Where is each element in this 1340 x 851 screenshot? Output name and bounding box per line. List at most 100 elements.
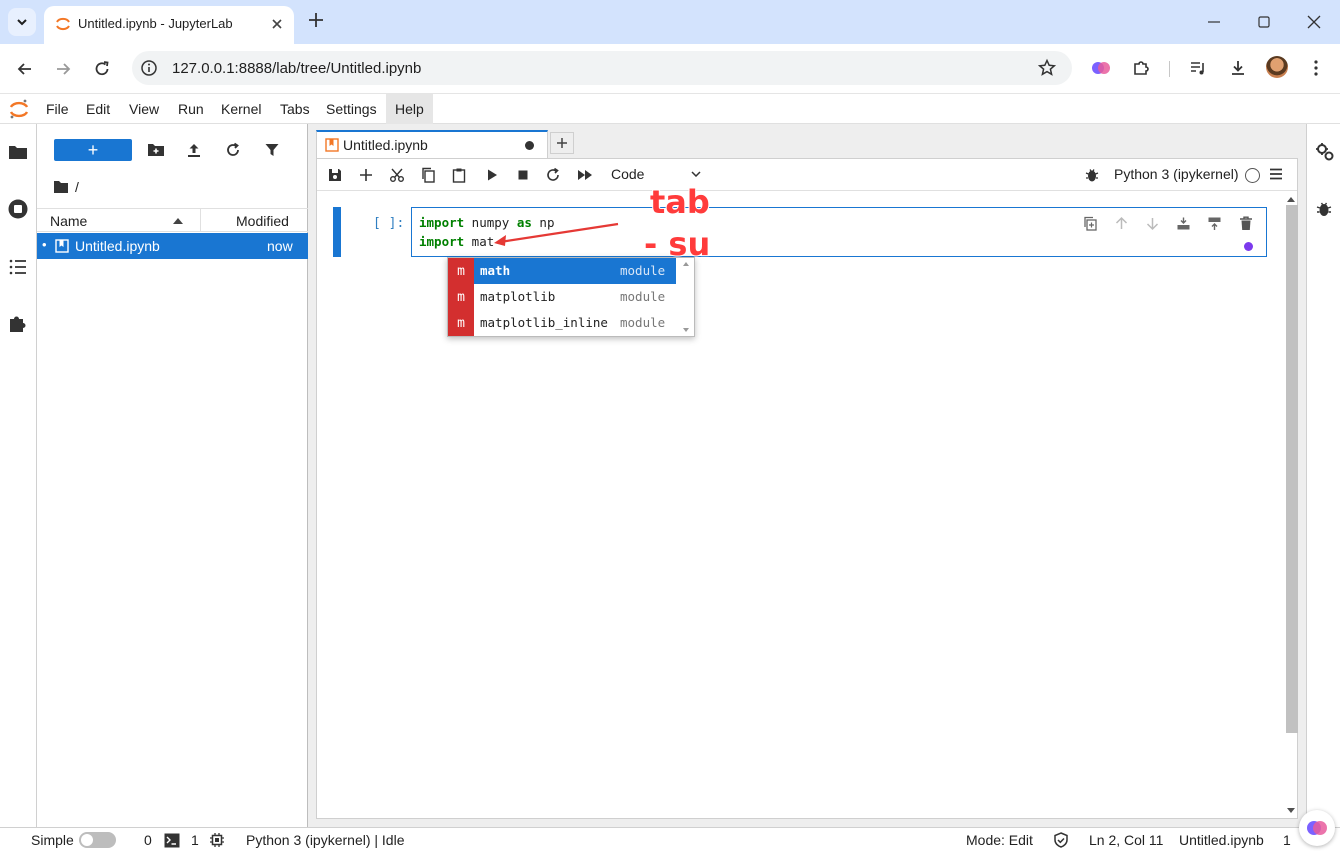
download-icon[interactable]: [1228, 58, 1248, 78]
column-modified-header[interactable]: Modified: [236, 213, 289, 229]
copy-icon[interactable]: [420, 167, 436, 183]
insert-cell-icon[interactable]: [358, 167, 374, 183]
new-folder-icon[interactable]: [147, 142, 165, 158]
notebook-icon: [55, 239, 69, 253]
folder-icon[interactable]: [7, 142, 29, 162]
menu-kernel[interactable]: Kernel: [221, 101, 261, 117]
breadcrumb[interactable]: /: [53, 179, 79, 195]
move-up-icon[interactable]: [1114, 216, 1129, 231]
duplicate-cell-icon[interactable]: [1083, 216, 1098, 231]
kernels-count[interactable]: 1: [191, 832, 199, 848]
new-launcher-button[interactable]: +: [54, 139, 132, 161]
save-icon[interactable]: [327, 167, 343, 183]
restart-icon[interactable]: [545, 167, 561, 183]
puzzle-icon[interactable]: [1131, 58, 1151, 78]
column-name-header[interactable]: Name: [50, 213, 87, 229]
add-tab-button[interactable]: [550, 132, 574, 154]
sort-ascending-icon[interactable]: [173, 218, 183, 224]
menu-view[interactable]: View: [129, 101, 159, 117]
completer-label: matplotlib: [480, 289, 556, 304]
cursor-position[interactable]: Ln 2, Col 11: [1089, 832, 1163, 848]
cell-modified-indicator: [1244, 242, 1253, 251]
code-cell[interactable]: [ ]: import numpy as np import mat: [333, 207, 1267, 257]
run-icon[interactable]: [484, 167, 500, 183]
menu-file[interactable]: File: [46, 101, 69, 117]
refresh-icon[interactable]: [225, 142, 241, 158]
file-list-item[interactable]: • Untitled.ipynb now: [37, 233, 308, 259]
menu-help[interactable]: Help: [395, 101, 424, 117]
address-bar[interactable]: 127.0.0.1:8888/lab/tree/Untitled.ipynb: [132, 51, 1072, 85]
running-stop-icon[interactable]: [7, 198, 29, 220]
menu-run[interactable]: Run: [178, 101, 204, 117]
more-vertical-icon[interactable]: [1306, 58, 1326, 78]
maximize-icon[interactable]: [1256, 14, 1272, 30]
paste-icon[interactable]: [451, 167, 467, 183]
hamburger-menu-icon[interactable]: [1269, 168, 1283, 180]
breadcrumb-root[interactable]: /: [75, 179, 79, 195]
reload-icon[interactable]: [92, 59, 112, 79]
completer-item[interactable]: m math module: [448, 258, 676, 284]
cell-collapser[interactable]: [333, 207, 341, 257]
menu-tabs[interactable]: Tabs: [280, 101, 310, 117]
debugger-bug-icon[interactable]: [1085, 167, 1099, 183]
insert-below-icon[interactable]: [1207, 216, 1222, 231]
tab-search-button[interactable]: [8, 8, 36, 36]
kernel-name[interactable]: Python 3 (ipykernel): [1114, 166, 1239, 182]
file-name: Untitled.ipynb: [75, 238, 160, 254]
simple-mode-toggle[interactable]: [79, 832, 116, 848]
cut-icon[interactable]: [389, 167, 405, 183]
info-icon[interactable]: [140, 59, 158, 77]
notebook-scrollbar[interactable]: [1283, 193, 1298, 819]
minimize-icon[interactable]: [1206, 14, 1222, 30]
plus-icon: [557, 138, 567, 148]
new-tab-icon[interactable]: [306, 10, 326, 30]
browser-tab[interactable]: Untitled.ipynb - JupyterLab: [44, 6, 294, 44]
upload-icon[interactable]: [186, 142, 202, 158]
move-down-icon[interactable]: [1145, 216, 1160, 231]
debugger-bug-icon[interactable]: [1316, 200, 1332, 218]
star-icon[interactable]: [1037, 58, 1057, 78]
status-file-name: Untitled.ipynb: [1179, 832, 1264, 848]
unsaved-indicator[interactable]: [525, 141, 534, 150]
insert-above-icon[interactable]: [1176, 216, 1191, 231]
completer-scrollbar[interactable]: [678, 258, 694, 336]
forward-arrow-icon[interactable]: [53, 59, 73, 79]
kernel-status-text[interactable]: Python 3 (ipykernel) | Idle: [246, 832, 405, 848]
window-close-icon[interactable]: [1305, 13, 1323, 31]
assistant-extension-button[interactable]: [1299, 810, 1335, 846]
table-of-contents-icon[interactable]: [7, 257, 29, 277]
close-icon[interactable]: [270, 17, 284, 31]
media-controls-icon[interactable]: [1188, 58, 1208, 78]
toolbar-divider: [1169, 61, 1170, 77]
column-divider[interactable]: [200, 209, 201, 231]
fast-forward-icon[interactable]: [576, 167, 594, 183]
notification-count[interactable]: 1: [1283, 832, 1291, 848]
menu-edit[interactable]: Edit: [86, 101, 110, 117]
scroll-down-arrow-icon[interactable]: [1286, 807, 1296, 815]
menu-settings[interactable]: Settings: [326, 101, 377, 117]
filter-icon[interactable]: [264, 142, 280, 158]
scrollbar-thumb[interactable]: [1286, 205, 1298, 733]
completer-item[interactable]: m matplotlib module: [448, 284, 676, 310]
back-arrow-icon[interactable]: [15, 59, 35, 79]
brain-extension-icon[interactable]: [1091, 58, 1111, 78]
url-text[interactable]: 127.0.0.1:8888/lab/tree/Untitled.ipynb: [172, 60, 421, 77]
cell-type-select[interactable]: Code: [611, 166, 701, 182]
cell-type-value: Code: [611, 166, 645, 182]
jupyter-favicon-icon: [56, 17, 70, 31]
completer-item[interactable]: m matplotlib_inline module: [448, 310, 676, 336]
terminals-count[interactable]: 0: [144, 832, 152, 848]
delete-icon[interactable]: [1239, 216, 1253, 231]
cpu-chip-icon[interactable]: [209, 832, 225, 848]
stop-icon[interactable]: [515, 167, 531, 183]
code-line[interactable]: import mat: [419, 234, 494, 249]
trusted-shield-icon[interactable]: [1053, 832, 1069, 848]
extension-puzzle-icon[interactable]: [7, 312, 29, 334]
terminal-icon[interactable]: [164, 833, 180, 848]
property-inspector-gears-icon[interactable]: [1315, 142, 1335, 162]
status-bar: Simple 0 1 Python 3 (ipykernel) | Idle M…: [0, 810, 1340, 851]
scroll-up-arrow-icon[interactable]: [1286, 195, 1296, 203]
notebook-tab[interactable]: Untitled.ipynb: [316, 130, 548, 158]
jupyter-menubar: File Edit View Run Kernel Tabs Settings …: [0, 94, 1340, 124]
profile-avatar[interactable]: [1266, 56, 1288, 78]
